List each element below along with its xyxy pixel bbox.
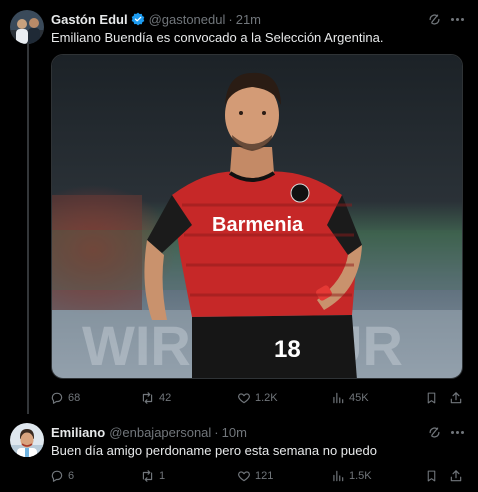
share-icon (450, 470, 462, 482)
reply-author-avatar[interactable] (10, 423, 44, 457)
grok-icon[interactable] (426, 424, 442, 440)
like-count: 1.2K (255, 392, 278, 404)
thread-line (27, 42, 29, 414)
author-handle[interactable]: @gastonedul (149, 12, 226, 27)
shirt-number-text: 18 (274, 336, 301, 363)
views-button[interactable]: 1.5K (331, 467, 372, 485)
reply-icon (51, 392, 63, 404)
tweet-actions: 68 42 1.2K 45K (48, 389, 468, 407)
svg-text:WIR: WIR (82, 314, 191, 377)
like-icon (238, 471, 250, 482)
share-button[interactable] (449, 467, 463, 485)
reply-author-handle[interactable]: @enbajapersonal (109, 425, 211, 440)
reply-text: Buen día amigo perdoname pero esta seman… (51, 443, 377, 458)
repost-count: 42 (159, 392, 172, 404)
views-icon (333, 470, 344, 482)
share-button[interactable] (449, 389, 463, 407)
bookmark-icon (427, 470, 436, 482)
reply-button[interactable]: 68 (50, 389, 80, 407)
tweet-media-photo[interactable]: WIR UR Barmenia 18 (51, 54, 463, 379)
player-photo: WIR UR Barmenia 18 (52, 55, 462, 378)
bookmark-button[interactable] (425, 467, 438, 485)
repost-icon (142, 470, 153, 482)
repost-button[interactable]: 42 (140, 389, 171, 407)
repost-count: 1 (159, 470, 166, 482)
like-button[interactable]: 121 (237, 467, 273, 485)
reply-count: 6 (68, 470, 75, 482)
reply-actions: 6 1 121 1.5K (48, 467, 468, 485)
repost-button[interactable]: 1 (140, 467, 165, 485)
reply-time[interactable]: 10m (222, 425, 247, 440)
author-avatar[interactable] (10, 10, 44, 44)
author-name[interactable]: Gastón Edul (51, 12, 128, 27)
more-icon[interactable] (449, 11, 465, 27)
shirt-sponsor-text: Barmenia (212, 214, 304, 236)
separator-dot: · (228, 11, 233, 27)
bookmark-button[interactable] (425, 389, 438, 407)
grok-icon[interactable] (426, 11, 442, 27)
reply-count: 68 (68, 392, 81, 404)
views-icon (333, 392, 344, 404)
reply-button[interactable]: 6 (50, 467, 74, 485)
more-icon[interactable] (449, 424, 465, 440)
views-button[interactable]: 45K (331, 389, 369, 407)
verified-badge-icon (131, 12, 145, 26)
reply-author-name[interactable]: Emiliano (51, 425, 105, 440)
like-count: 121 (255, 470, 274, 482)
like-icon (238, 393, 250, 404)
reply-icon (51, 470, 63, 482)
tweet-header: Gastón Edul @gastonedul · 21m (51, 10, 261, 28)
share-icon (450, 392, 462, 404)
reply-separator-dot: · (214, 424, 219, 440)
views-count: 1.5K (349, 470, 372, 482)
bookmark-icon (427, 392, 436, 404)
tweet-text: Emiliano Buendía es convocado a la Selec… (51, 30, 384, 45)
like-button[interactable]: 1.2K (237, 389, 278, 407)
views-count: 45K (349, 392, 369, 404)
reply-header: Emiliano @enbajapersonal · 10m (51, 423, 247, 441)
tweet-time[interactable]: 21m (236, 12, 261, 27)
repost-icon (142, 392, 153, 404)
